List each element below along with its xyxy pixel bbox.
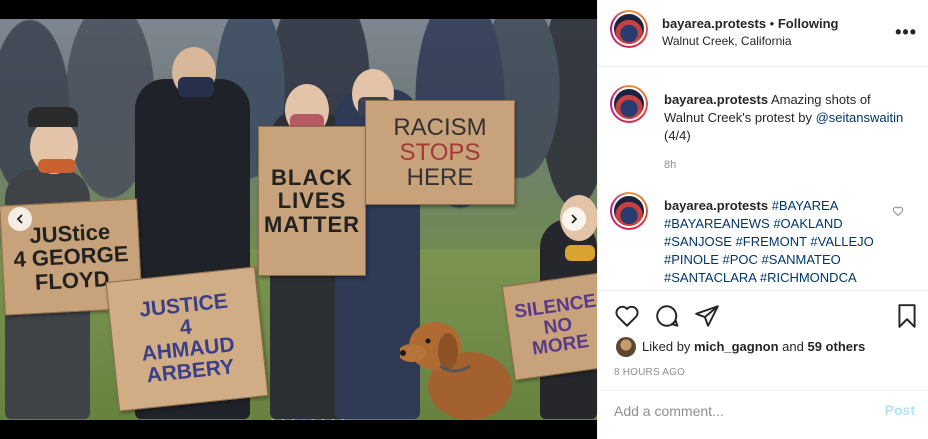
slide-dot [340,419,346,420]
more-options-button[interactable]: ••• [895,22,917,43]
next-slide-button[interactable] [562,207,586,231]
likes-middle: and [778,339,808,354]
chevron-right-icon [571,214,578,224]
post-timestamp[interactable]: 8 HOURS AGO [614,367,685,378]
slide-dot [280,419,286,420]
likes-summary: Liked by mich_gagnon and 59 others [642,339,865,354]
caption-mention-link[interactable]: @seitanswaitin [816,110,904,125]
chevron-left-icon [16,214,23,224]
woman-mask [178,77,214,97]
add-comment-input[interactable] [614,403,854,419]
caption-suffix: (4/4) [664,128,691,143]
slide-dot [270,419,276,420]
slide-dot [330,419,336,420]
hashtag-comment-username[interactable]: bayarea.protests [664,198,768,213]
post-photo[interactable]: JUStice 4 GEORGE FLOYD JUSTICE 4 AHMAUD … [0,19,597,420]
instagram-post-modal: JUStice 4 GEORGE FLOYD JUSTICE 4 AHMAUD … [0,0,928,439]
hashtag-comment: bayarea.protests #BAYAREA #BAYAREANEWS #… [664,197,882,287]
save-bookmark-icon[interactable] [894,303,920,329]
comment-bubble-icon[interactable] [654,303,680,329]
slide-indicator-dots [270,419,346,420]
person-right-mask [565,245,595,261]
caption-username[interactable]: bayarea.protests [664,92,768,107]
slide-dot [290,419,296,420]
post-side-panel: bayarea.protests • Following Walnut Cree… [597,0,928,439]
like-heart-icon[interactable] [614,303,640,329]
header-separator: • [766,16,778,31]
hashtag-comment-avatar[interactable] [610,192,648,230]
liker-avatar[interactable] [616,337,636,357]
slide-dot [300,419,306,420]
likes-others-link[interactable]: 59 others [807,339,865,354]
sign-black-lives-matter: BLACK LIVES MATTER [258,126,366,276]
following-button[interactable]: Following [778,16,839,31]
post-location[interactable]: Walnut Creek, California [662,34,792,48]
slide-dot [320,419,326,420]
previous-slide-button[interactable] [8,207,32,231]
add-comment-bar: Post [598,390,928,431]
post-comment-button[interactable]: Post [885,402,915,418]
share-paper-plane-icon[interactable] [694,303,720,329]
sign-racism-stops-here: RACISM STOPS HERE [365,100,515,205]
golden-retriever-dog [400,322,512,420]
post-header: bayarea.protests • Following Walnut Cree… [598,0,928,67]
post-actions-section: Liked by mich_gagnon and 59 others 8 HOU… [598,290,928,430]
author-username[interactable]: bayarea.protests [662,16,766,31]
more-horizontal-icon: ••• [895,22,917,42]
author-avatar[interactable] [610,10,648,48]
likes-prefix: Liked by [642,339,695,354]
caption-time[interactable]: 8h [664,159,676,171]
boy-scarf [38,159,76,173]
liker-username[interactable]: mich_gagnon [694,339,779,354]
slide-dot [310,419,316,420]
comment-like-heart-icon[interactable] [892,205,904,217]
sign-justice-ahmaud-arbery: JUSTICE 4 AHMAUD ARBERY [105,266,269,412]
sign-silence-no-more: SILENCE NO MORE [501,272,597,381]
caption-text: bayarea.protests Amazing shots of Walnut… [664,91,904,145]
boy-cap [28,107,78,127]
header-name-line: bayarea.protests • Following [662,16,839,31]
caption-avatar[interactable] [610,85,648,123]
